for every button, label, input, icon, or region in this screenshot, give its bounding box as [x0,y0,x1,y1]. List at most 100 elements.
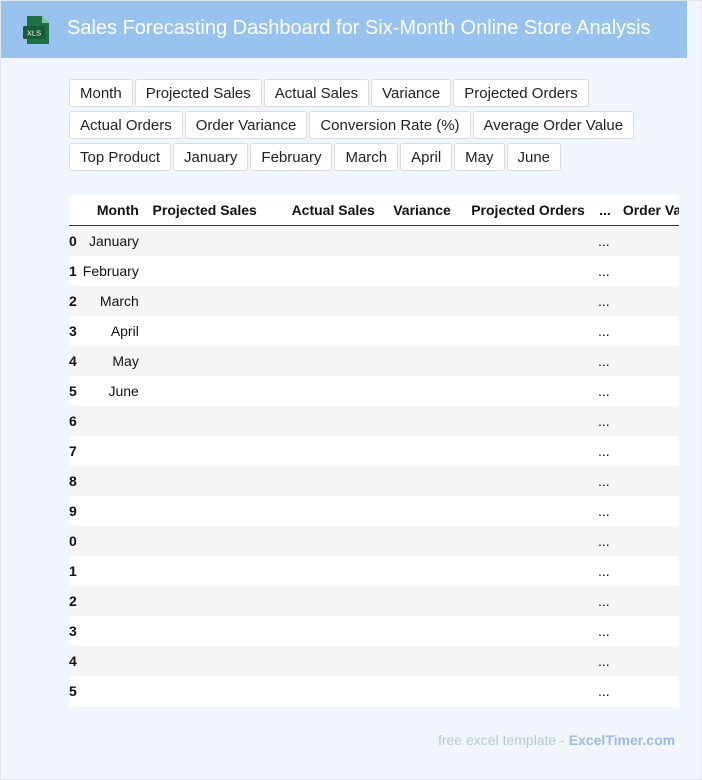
column-chip[interactable]: Actual Orders [69,111,183,139]
table-row[interactable]: 3 April... [69,316,679,346]
empty-cell [381,466,457,496]
column-chip[interactable]: Variance [371,79,452,107]
empty-cell [617,406,679,436]
month-cell [77,616,145,646]
month-cell [77,406,145,436]
ellipsis-cell: ... [597,263,610,279]
empty-cell [617,286,679,316]
empty-cell [457,376,591,406]
column-header[interactable]: Month [76,195,145,226]
data-table-container[interactable]: Month Projected Sales Actual Sales Variance… [69,195,679,707]
column-header[interactable]: Actual Sales [262,195,381,226]
empty-cell [145,616,263,646]
empty-cell [145,226,263,257]
table-row[interactable]: 2... [69,586,679,616]
empty-cell [457,526,591,556]
empty-cell [381,496,457,526]
row-index: 4 [69,653,77,669]
svg-text:XLS: XLS [27,29,41,38]
empty-cell [457,316,591,346]
table-row[interactable]: 9... [69,496,679,526]
column-chip[interactable]: February [250,143,333,171]
table-row[interactable]: 0... [69,526,679,556]
ellipsis-cell: ... [597,653,610,669]
row-index: 8 [69,473,77,489]
footer-brand-link[interactable]: ExcelTimer.com [569,732,675,748]
month-cell [77,526,145,556]
column-chip[interactable]: Month [69,79,133,107]
empty-cell [617,556,679,586]
column-chip[interactable]: Projected Sales [134,79,262,107]
table-row[interactable]: 0 January... [69,225,679,257]
empty-cell [145,286,263,316]
empty-cell [457,286,591,316]
column-chip[interactable]: Conversion Rate (%) [309,111,471,139]
column-chip[interactable]: March [334,143,399,171]
table-row[interactable]: 6... [69,406,679,436]
column-chip[interactable]: June [506,143,562,171]
column-chip[interactable]: Order Variance [184,111,308,139]
table-row[interactable]: 2 March... [69,286,679,316]
column-header[interactable]: ... [590,195,617,226]
empty-cell [617,676,679,706]
empty-cell [263,496,381,526]
month-cell [77,496,145,526]
table-row[interactable]: 1... [69,556,679,586]
empty-cell [381,346,457,376]
empty-cell [457,466,591,496]
month-cell [77,646,145,676]
row-index: 3 [69,623,77,639]
empty-cell [145,646,263,676]
empty-cell [381,646,457,676]
empty-cell [263,376,381,406]
ellipsis-cell: ... [597,413,610,429]
column-chip[interactable]: Top Product [69,143,172,171]
column-chip[interactable]: Average Order Value [472,111,635,139]
empty-cell [381,556,457,586]
column-header[interactable]: Projected Orders [456,195,591,226]
column-chip[interactable]: Actual Sales [263,79,370,107]
column-chip[interactable]: May [454,143,505,171]
empty-cell [457,556,591,586]
column-header[interactable]: Projected Sales [144,195,263,226]
column-header[interactable]: Order Varian [616,195,679,226]
table-row[interactable]: 4 May... [69,346,679,376]
month-cell: April [110,323,139,339]
row-index: 6 [69,413,77,429]
column-chip[interactable]: April [400,143,453,171]
table-row[interactable]: 8... [69,466,679,496]
column-header[interactable]: Variance [380,195,457,226]
row-index: 4 [69,353,77,369]
empty-cell [145,586,263,616]
empty-cell [617,496,679,526]
empty-cell [263,256,381,286]
empty-cell [145,496,263,526]
table-row[interactable]: 4... [69,646,679,676]
month-cell [77,466,145,496]
month-cell: March [99,293,139,309]
month-cell: June [108,383,139,399]
column-chip[interactable]: January [173,143,249,171]
empty-cell [457,406,591,436]
table-row[interactable]: 1 February... [69,256,679,286]
empty-cell [263,466,381,496]
ellipsis-cell: ... [597,233,610,249]
empty-cell [263,316,381,346]
column-chip[interactable]: Projected Orders [453,79,589,107]
month-cell [77,586,145,616]
empty-cell [381,586,457,616]
empty-cell [263,556,381,586]
table-row[interactable]: 3... [69,616,679,646]
table-row[interactable]: 5... [69,676,679,706]
table-row[interactable]: 7... [69,436,679,466]
empty-cell [145,556,263,586]
empty-cell [263,646,381,676]
empty-cell [381,226,457,257]
empty-cell [145,316,263,346]
empty-cell [617,646,679,676]
empty-cell [263,616,381,646]
ellipsis-cell: ... [597,473,610,489]
empty-cell [381,526,457,556]
table-row[interactable]: 5 June... [69,376,679,406]
ellipsis-cell: ... [597,533,610,549]
